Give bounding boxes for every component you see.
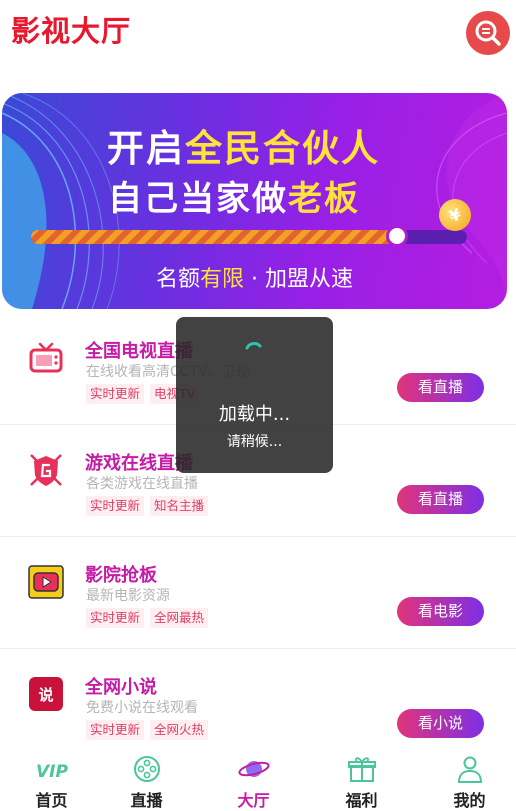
item-tags: 实时更新 全网火热: [86, 720, 209, 740]
loading-toast: 加载中... 请稍候...: [176, 317, 333, 473]
loading-title: 加载中...: [218, 404, 291, 425]
item-tags: 实时更新 全网最热: [86, 608, 209, 628]
tab-mine[interactable]: 我的: [418, 750, 516, 811]
tag: 全网火热: [150, 720, 209, 740]
vip-icon: VIP: [36, 762, 68, 782]
tab-live[interactable]: 直播: [95, 750, 198, 811]
promo-banner[interactable]: 开启全民合伙人 自己当家做老板 ¥ 名额有限 · 加盟从速: [2, 93, 507, 309]
banner-progress-knob: [386, 225, 409, 247]
search-icon: [475, 20, 501, 46]
novel-icon: 说: [29, 677, 63, 711]
gift-icon: [348, 757, 376, 782]
item-title: 影院抢板: [85, 565, 157, 586]
item-description: 最新电影资源: [86, 588, 170, 604]
banner-tagline: 名额有限 · 加盟从速: [155, 267, 353, 292]
film-reel-icon: [134, 756, 160, 782]
list-item-novels[interactable]: 说 全网小说 免费小说在线观看 实时更新 全网火热 看小说: [0, 649, 516, 761]
tv-icon: [29, 342, 63, 373]
read-novel-button[interactable]: 看小说: [397, 709, 484, 738]
item-description: 各类游戏在线直播: [86, 476, 198, 492]
search-button[interactable]: [466, 11, 510, 55]
tag: 实时更新: [86, 496, 145, 516]
list-item-cinema[interactable]: 影院抢板 最新电影资源 实时更新 全网最热 看电影: [0, 537, 516, 649]
page-title: 影视大厅: [11, 14, 132, 48]
loading-subtitle: 请稍候...: [226, 434, 283, 450]
banner-headline-2: 自己当家做老板: [108, 179, 360, 219]
planet-icon: [238, 761, 270, 777]
tag: 实时更新: [86, 608, 145, 628]
svg-text:说: 说: [38, 686, 53, 704]
tab-label: 直播: [130, 791, 163, 810]
game-shield-icon: [30, 454, 62, 486]
watch-movie-button[interactable]: 看电影: [397, 597, 484, 626]
bottom-tab-bar: VIP 首页 直播 大厅 福利 我的: [0, 750, 516, 811]
tab-hall[interactable]: 大厅: [202, 750, 305, 811]
item-tags: 实时更新 知名主播: [86, 496, 209, 516]
tab-welfare[interactable]: 福利: [310, 750, 413, 811]
tab-home[interactable]: VIP 首页: [0, 750, 103, 811]
banner-progress-bar: [31, 225, 467, 247]
item-title: 全网小说: [85, 677, 157, 698]
loading-spinner-icon: [245, 342, 262, 350]
header: 影视大厅: [0, 0, 516, 60]
tab-label: 我的: [453, 791, 486, 810]
watch-live-button[interactable]: 看直播: [397, 485, 484, 514]
banner-progress-fill: [31, 230, 398, 244]
tab-label: 福利: [345, 791, 378, 810]
svg-text:VIP: VIP: [36, 762, 68, 782]
tab-label: 大厅: [237, 791, 270, 810]
watch-live-button[interactable]: 看直播: [397, 373, 484, 402]
video-play-icon: [28, 565, 64, 599]
tag: 实时更新: [86, 384, 145, 404]
user-icon: [457, 756, 483, 783]
banner-headline-1: 开启全民合伙人: [107, 127, 380, 170]
tag: 知名主播: [150, 496, 209, 516]
tag: 实时更新: [86, 720, 145, 740]
tab-label: 首页: [35, 791, 68, 810]
tag: 全网最热: [150, 608, 209, 628]
item-description: 免费小说在线观看: [86, 700, 198, 716]
